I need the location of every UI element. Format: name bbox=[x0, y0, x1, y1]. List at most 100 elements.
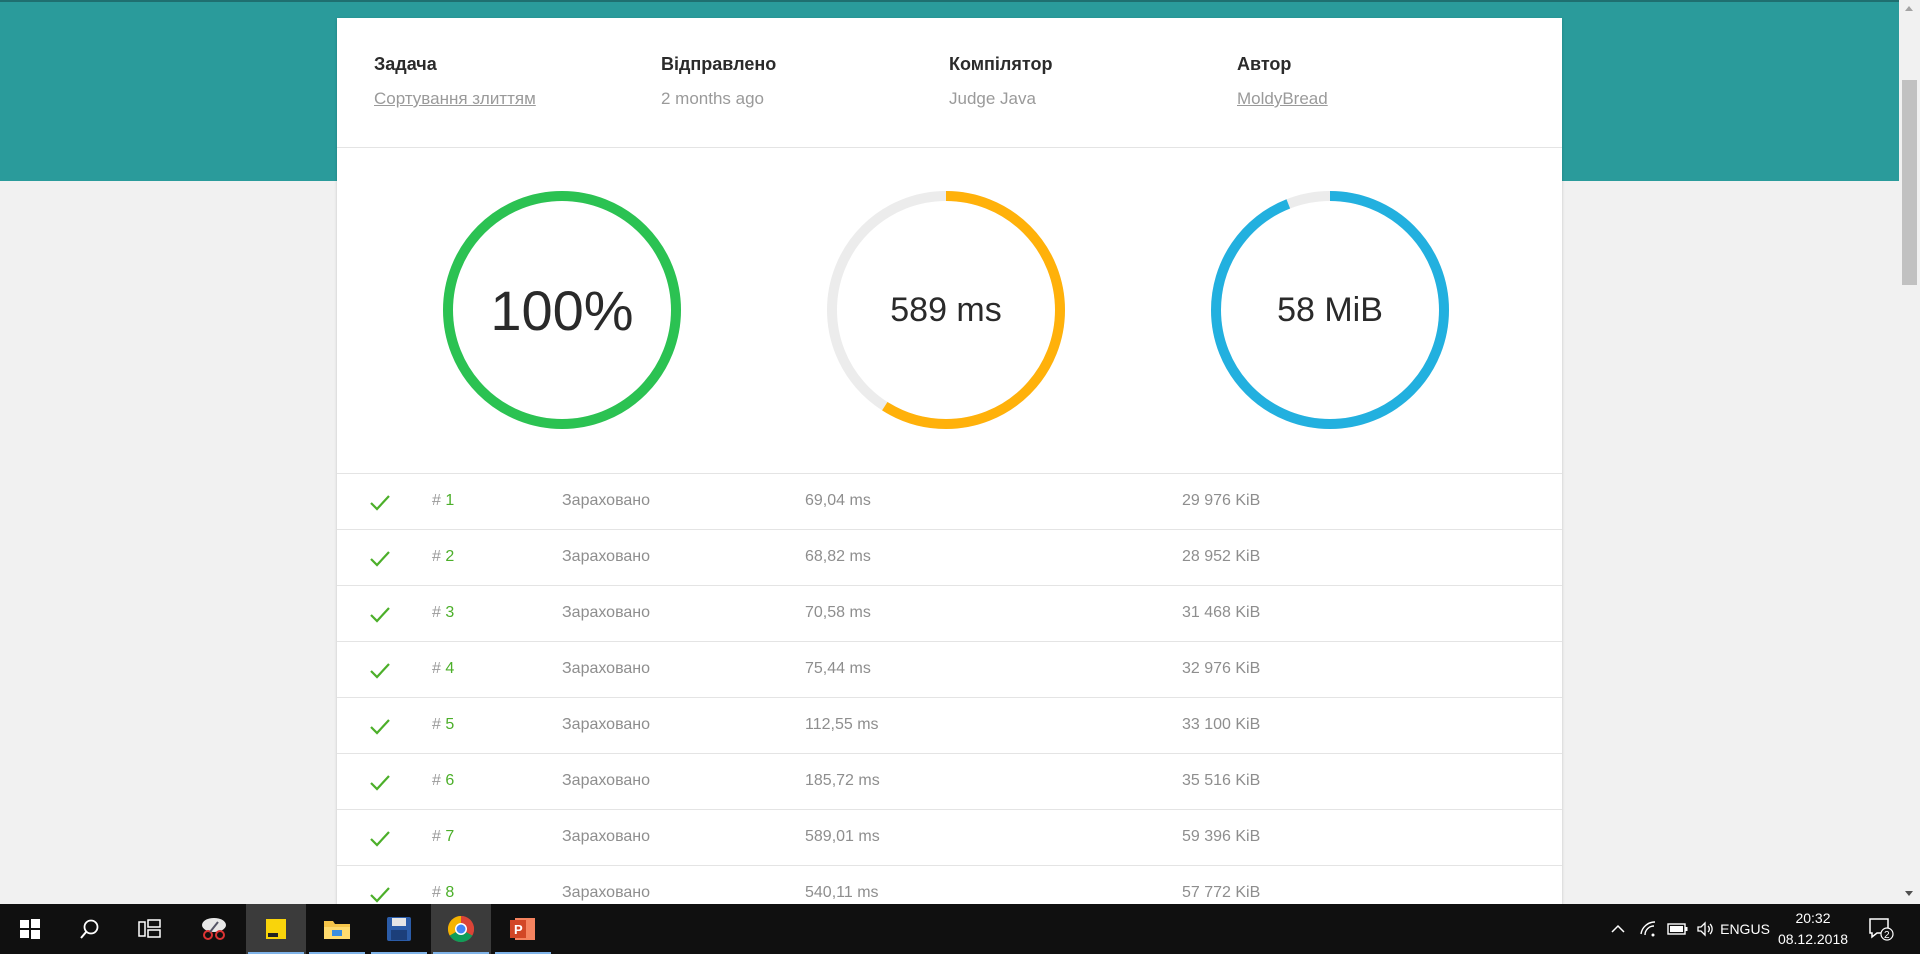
notifications-icon: 2 bbox=[1869, 918, 1894, 941]
test-number-value: 7 bbox=[445, 828, 455, 845]
test-number-value: 3 bbox=[445, 604, 455, 621]
test-status: Зараховано bbox=[562, 772, 651, 789]
search-button[interactable] bbox=[60, 904, 120, 954]
check-icon bbox=[370, 551, 390, 567]
file-explorer-icon bbox=[324, 921, 350, 939]
test-status: Зараховано bbox=[562, 660, 651, 677]
test-memory: 59 396 KiB bbox=[1182, 828, 1261, 845]
language-indicator[interactable]: ENG US bbox=[1720, 904, 1770, 954]
test-number-value: 2 bbox=[445, 548, 455, 565]
network-button[interactable] bbox=[1636, 904, 1662, 954]
sent-info: Відправлено 2 months ago bbox=[661, 54, 941, 109]
test-row[interactable]: # 7 Зараховано 589,01 ms 59 396 KiB bbox=[337, 810, 1562, 866]
action-center-button[interactable]: 2 bbox=[1862, 904, 1900, 954]
test-hash: # bbox=[432, 548, 441, 565]
snipping-tool-icon bbox=[202, 918, 226, 940]
result-gauges: 100% 589 ms 58 MiB bbox=[337, 148, 1562, 474]
check-icon bbox=[370, 719, 390, 735]
scroll-up-arrow-icon[interactable] bbox=[1905, 6, 1913, 11]
powerpoint-icon: P bbox=[510, 918, 535, 940]
scroll-down-arrow-icon[interactable] bbox=[1905, 891, 1913, 896]
test-time: 112,55 ms bbox=[805, 716, 879, 733]
test-row[interactable]: # 4 Зараховано 75,44 ms 32 976 KiB bbox=[337, 642, 1562, 698]
test-number: # 5 bbox=[432, 716, 454, 734]
time-gauge: 589 ms bbox=[824, 188, 1068, 432]
test-memory: 29 976 KiB bbox=[1182, 492, 1261, 509]
chevron-up-icon bbox=[1611, 924, 1625, 933]
test-time: 70,58 ms bbox=[805, 604, 871, 621]
sticky-notes-button[interactable] bbox=[246, 904, 306, 954]
test-number: # 7 bbox=[432, 828, 454, 846]
clock-date: 08.12.2018 bbox=[1777, 931, 1849, 947]
sent-value: 2 months ago bbox=[661, 89, 765, 108]
task-view-button[interactable] bbox=[120, 904, 180, 954]
svg-text:P: P bbox=[514, 922, 523, 937]
test-number-value: 4 bbox=[445, 660, 455, 677]
check-icon bbox=[370, 607, 390, 623]
test-hash: # bbox=[432, 604, 441, 621]
test-hash: # bbox=[432, 716, 441, 733]
test-hash: # bbox=[432, 492, 441, 509]
windows-start-icon bbox=[20, 919, 40, 939]
test-number: # 8 bbox=[432, 884, 454, 902]
compiler-info: Компілятор Judge Java bbox=[949, 54, 1229, 109]
test-number: # 4 bbox=[432, 660, 454, 678]
test-number: # 1 bbox=[432, 492, 454, 510]
test-number: # 6 bbox=[432, 772, 454, 790]
test-status: Зараховано bbox=[562, 884, 651, 901]
show-hidden-icons-button[interactable] bbox=[1604, 904, 1632, 954]
chrome-button[interactable] bbox=[431, 904, 491, 954]
battery-button[interactable] bbox=[1664, 904, 1692, 954]
clock[interactable]: 20:32 08.12.2018 bbox=[1770, 904, 1856, 954]
test-status: Зараховано bbox=[562, 604, 651, 621]
submission-card: Задача Сортування злиттям Відправлено 2 … bbox=[337, 18, 1562, 908]
powerpoint-button[interactable]: P bbox=[493, 904, 553, 954]
test-time: 75,44 ms bbox=[805, 660, 871, 677]
task-label: Задача bbox=[374, 54, 437, 74]
test-number: # 2 bbox=[432, 548, 454, 566]
battery-icon bbox=[1667, 923, 1688, 935]
check-icon bbox=[370, 887, 390, 903]
file-explorer-button[interactable] bbox=[307, 904, 367, 954]
compiler-label: Компілятор bbox=[949, 54, 1053, 74]
test-row[interactable]: # 3 Зараховано 70,58 ms 31 468 KiB bbox=[337, 586, 1562, 642]
save-app-button[interactable] bbox=[369, 904, 429, 954]
header-edge bbox=[0, 0, 1920, 2]
test-status: Зараховано bbox=[562, 492, 651, 509]
sent-label: Відправлено bbox=[661, 54, 777, 74]
scrollbar-thumb[interactable] bbox=[1902, 80, 1917, 285]
task-link[interactable]: Сортування злиттям bbox=[374, 89, 654, 109]
memory-value: 58 MiB bbox=[1277, 290, 1383, 329]
start-button[interactable] bbox=[0, 904, 60, 954]
test-status: Зараховано bbox=[562, 828, 651, 845]
wifi-icon bbox=[1640, 921, 1656, 937]
test-memory: 31 468 KiB bbox=[1182, 604, 1261, 621]
compiler-value: Judge Java bbox=[949, 89, 1036, 108]
task-view-icon bbox=[138, 919, 161, 938]
page-scrollbar[interactable] bbox=[1899, 0, 1920, 904]
check-icon bbox=[370, 775, 390, 791]
task-info: Задача Сортування злиттям bbox=[374, 54, 654, 109]
snipping-tool-button[interactable] bbox=[184, 904, 244, 954]
speaker-icon bbox=[1697, 921, 1713, 937]
test-hash: # bbox=[432, 884, 441, 901]
test-row[interactable]: # 8 Зараховано 540,11 ms 57 772 KiB bbox=[337, 866, 1562, 908]
test-time: 68,82 ms bbox=[805, 548, 871, 565]
author-link[interactable]: MoldyBread bbox=[1237, 89, 1517, 109]
test-row[interactable]: # 5 Зараховано 112,55 ms 33 100 KiB bbox=[337, 698, 1562, 754]
score-gauge: 100% bbox=[440, 188, 684, 432]
test-row[interactable]: # 6 Зараховано 185,72 ms 35 516 KiB bbox=[337, 754, 1562, 810]
test-number-value: 6 bbox=[445, 772, 455, 789]
save-disk-icon bbox=[387, 917, 411, 941]
check-icon bbox=[370, 663, 390, 679]
test-memory: 28 952 KiB bbox=[1182, 548, 1261, 565]
test-row[interactable]: # 1 Зараховано 69,04 ms 29 976 KiB bbox=[337, 474, 1562, 530]
clock-text: 20:32 08.12.2018 bbox=[1778, 908, 1848, 950]
test-status: Зараховано bbox=[562, 716, 651, 733]
windows-taskbar: P ENG US 20:32 08.12.2018 2 bbox=[0, 904, 1920, 954]
test-number: # 3 bbox=[432, 604, 454, 622]
volume-button[interactable] bbox=[1693, 904, 1719, 954]
test-row[interactable]: # 2 Зараховано 68,82 ms 28 952 KiB bbox=[337, 530, 1562, 586]
language-line1: ENG bbox=[1720, 920, 1751, 937]
search-icon bbox=[80, 919, 99, 939]
